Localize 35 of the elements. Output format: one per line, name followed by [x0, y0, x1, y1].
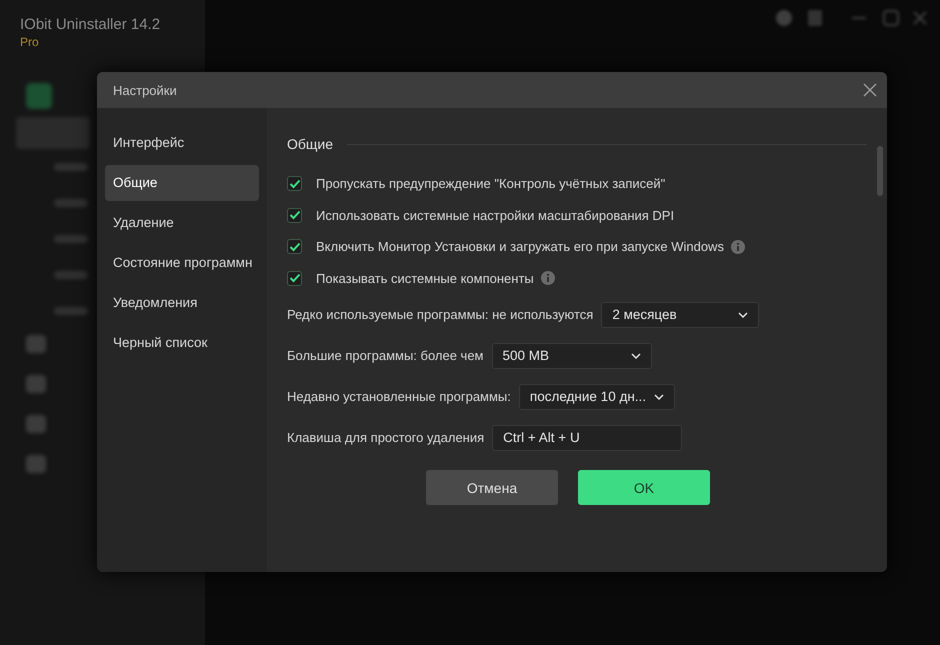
setting-label: Большие программы: более чем: [287, 348, 484, 363]
sidebar-item[interactable]: Общие: [105, 165, 259, 201]
checkbox[interactable]: [287, 208, 302, 223]
ok-button[interactable]: OK: [578, 470, 710, 505]
sidebar-item[interactable]: Интерфейс: [105, 125, 259, 161]
info-icon[interactable]: [730, 240, 745, 254]
dialog-title: Настройки: [113, 82, 177, 98]
setting-label: Недавно установленные программы:: [287, 389, 511, 404]
chevron-icon: [738, 312, 748, 318]
setting-label: Клавиша для простого удаления: [287, 430, 484, 445]
option-label: Пропускать предупреждение "Контроль учётных записей": [316, 176, 666, 192]
cancel-button[interactable]: Отмена: [426, 470, 558, 505]
checkbox[interactable]: [287, 270, 302, 286]
sidebar-item[interactable]: Удаление: [105, 205, 259, 241]
info-icon[interactable]: [540, 271, 555, 286]
close-icon[interactable]: [863, 83, 877, 97]
sidebar-item[interactable]: Черный список: [105, 325, 259, 361]
app-title: IObit Uninstaller 14.2: [20, 16, 162, 33]
option-label: Использовать системные настройки масштабирования DPI: [316, 208, 674, 223]
checkbox[interactable]: [287, 176, 302, 192]
sidebar-item[interactable]: Уведомления: [105, 285, 259, 321]
section-title: Общие: [287, 136, 334, 152]
chevron-icon: [654, 394, 664, 400]
option-label: Показывать системные компоненты: [316, 270, 534, 286]
scrollbar-thumb[interactable]: [877, 146, 883, 196]
option-label: Включить Монитор Установки и загружать его при запуске Windows: [316, 239, 724, 254]
dropdown[interactable]: 500 MB: [492, 342, 652, 368]
sidebar-item[interactable]: Состояние программн: [105, 245, 259, 281]
hotkey-field[interactable]: Ctrl + Alt + U: [492, 424, 682, 450]
chevron-icon: [630, 352, 640, 358]
checkbox[interactable]: [287, 239, 302, 254]
dropdown[interactable]: последние 10 дн...: [518, 384, 676, 410]
edition-label: Pro: [20, 35, 40, 49]
setting-label: Редко используемые программы: не используются: [287, 307, 594, 322]
dropdown[interactable]: 2 месяцев: [601, 302, 760, 328]
